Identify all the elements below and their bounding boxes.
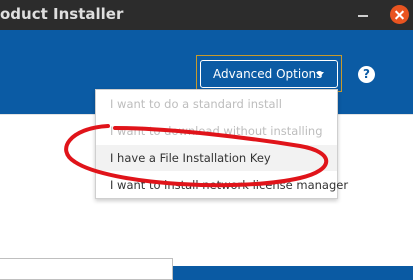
advanced-options-label: Advanced Options (213, 67, 323, 81)
menu-item-standard-install[interactable]: I want to do a standard install (96, 91, 337, 117)
close-icon[interactable] (390, 5, 409, 24)
menu-item-file-installation-key[interactable]: I have a File Installation Key (96, 145, 337, 171)
menu-item-network-license-manager[interactable]: I want to install network license manage… (96, 172, 348, 198)
window-titlebar: oduct Installer (0, 0, 413, 30)
advanced-options-menu: I want to do a standard install I want t… (95, 89, 348, 199)
caret-down-icon (316, 72, 324, 77)
text-field[interactable] (0, 258, 173, 280)
window-title: oduct Installer (0, 5, 124, 23)
question-circle-icon[interactable]: ? (358, 66, 375, 83)
advanced-options-button[interactable]: Advanced Options (200, 60, 338, 88)
menu-item-download-only[interactable]: I want to download without installing (96, 118, 337, 144)
minimize-icon[interactable] (355, 5, 375, 25)
